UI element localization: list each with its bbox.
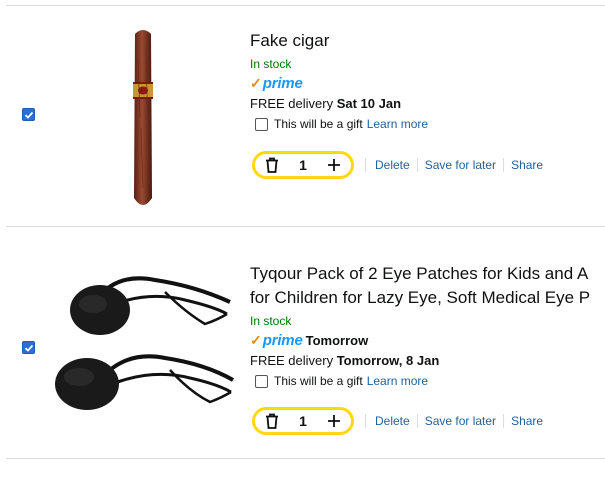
stock-status: In stock [250, 57, 292, 71]
divider [365, 414, 366, 428]
delivery-prefix: FREE delivery [250, 353, 337, 368]
item-actions: Delete Save for later Share [365, 158, 543, 172]
divider [416, 158, 418, 172]
delete-button[interactable]: Delete [375, 158, 410, 172]
divider [503, 414, 505, 428]
top-divider [6, 5, 605, 6]
gift-option: This will be a gift Learn more [255, 374, 428, 388]
divider [365, 158, 366, 172]
trash-icon[interactable] [265, 157, 279, 173]
gift-label: This will be a gift [274, 117, 363, 131]
item-divider [6, 226, 605, 227]
select-item-checkbox[interactable] [22, 341, 35, 354]
prime-check-icon: ✓ [250, 74, 262, 91]
product-image-cigar[interactable] [128, 28, 158, 216]
product-title[interactable]: Tyqour Pack of 2 Eye Patches for Kids an… [250, 262, 605, 310]
product-title[interactable]: Fake cigar [250, 29, 329, 53]
gift-checkbox[interactable] [255, 117, 268, 131]
gift-checkbox[interactable] [255, 374, 268, 388]
stock-status: In stock [250, 314, 292, 328]
quantity-value: 1 [299, 413, 307, 429]
share-button[interactable]: Share [511, 414, 543, 428]
delivery-date: Tomorrow, 8 Jan [336, 353, 440, 368]
product-title-line-1: Tyqour Pack of 2 Eye Patches for Kids an… [250, 264, 589, 283]
quantity-value: 1 [299, 157, 307, 173]
prime-label: prime [262, 331, 303, 349]
learn-more-link[interactable]: Learn more [367, 117, 428, 131]
divider [503, 158, 505, 172]
prime-label: prime [262, 74, 303, 92]
quantity-stepper: 1 [252, 151, 354, 179]
product-image-eye-patches[interactable] [45, 262, 235, 435]
item-divider [6, 458, 605, 459]
save-for-later-button[interactable]: Save for later [425, 158, 496, 172]
plus-icon[interactable] [327, 158, 341, 172]
trash-icon[interactable] [265, 413, 279, 429]
product-title-line-2: for Children for Lazy Eye, Soft Medical … [250, 288, 591, 307]
prime-badge: ✓ prime Tomorrow [250, 331, 368, 349]
share-button[interactable]: Share [511, 158, 543, 172]
delivery-prefix: FREE delivery [250, 96, 337, 111]
prime-delivery-day: Tomorrow [305, 332, 369, 348]
prime-badge: ✓ prime [250, 74, 303, 92]
plus-icon[interactable] [327, 414, 341, 428]
prime-check-icon: ✓ [250, 331, 262, 348]
delete-button[interactable]: Delete [375, 414, 410, 428]
divider [416, 414, 418, 428]
quantity-stepper: 1 [252, 407, 354, 435]
gift-option: This will be a gift Learn more [255, 117, 428, 131]
item-actions: Delete Save for later Share [365, 414, 543, 428]
delivery-date: Sat 10 Jan [336, 96, 402, 111]
delivery-info: FREE delivery Sat 10 Jan [250, 96, 401, 111]
gift-label: This will be a gift [274, 374, 363, 388]
save-for-later-button[interactable]: Save for later [425, 414, 496, 428]
delivery-info: FREE delivery Tomorrow, 8 Jan [250, 353, 439, 368]
learn-more-link[interactable]: Learn more [367, 374, 428, 388]
select-item-checkbox[interactable] [22, 108, 35, 121]
